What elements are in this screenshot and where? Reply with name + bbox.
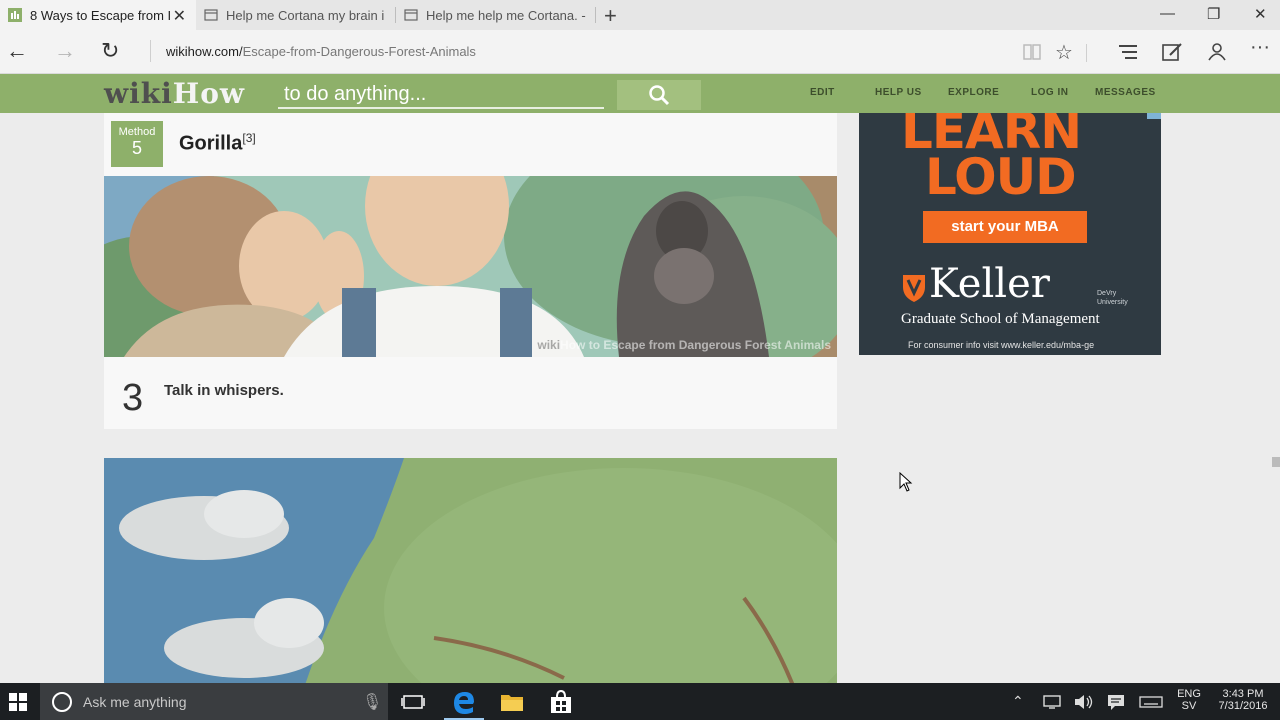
nav-edit[interactable]: EDIT — [810, 87, 835, 98]
tab-active[interactable]: 8 Ways to Escape from I ✕ — [0, 0, 196, 30]
action-center-icon[interactable] — [1107, 694, 1125, 710]
method-number: 5 — [131, 138, 142, 158]
keyboard-layout: SV — [1181, 700, 1197, 712]
minimize-button[interactable]: — — [1160, 5, 1175, 22]
mouse-cursor-icon — [899, 472, 913, 492]
store-icon[interactable] — [548, 689, 574, 715]
ad-info: For consumer info visit www.keller.edu/m… — [908, 340, 1095, 350]
share-icon[interactable] — [1206, 42, 1228, 62]
forest-illustration — [104, 458, 837, 683]
logo-how: How — [172, 77, 246, 110]
more-icon[interactable]: ··· — [1250, 36, 1270, 59]
method-title-text: Gorilla — [179, 132, 243, 155]
restore-button[interactable]: ❐ — [1207, 5, 1220, 23]
back-icon[interactable]: ← — [6, 38, 28, 64]
step-card: Method 5 Gorilla[3] wikiHow to Escape fr… — [104, 113, 837, 429]
ad-brand-sub: DeVry University — [1097, 289, 1128, 307]
close-window-button[interactable]: ✕ — [1254, 5, 1267, 23]
url-path: Escape-from-Dangerous-Forest-Animals — [242, 44, 476, 59]
method-label: Method — [118, 126, 156, 138]
wikihow-header: wikiHow to do anything... EDIT HELP US E… — [0, 74, 1280, 113]
clock-time: 3:43 PM — [1222, 688, 1264, 700]
tab-cortana-2[interactable]: Help me help me Cortana. - — [396, 0, 596, 30]
gorilla-illustration — [104, 176, 837, 357]
edge-icon[interactable] — [451, 689, 477, 715]
browser-tab-bar: 8 Ways to Escape from I ✕ Help me Cortan… — [0, 0, 1280, 30]
favorite-star-icon[interactable]: ☆ — [1055, 40, 1073, 65]
hub-icon[interactable] — [1118, 44, 1138, 60]
microphone-icon[interactable]: 🎙 — [362, 692, 382, 712]
logo-wiki: wiki — [104, 77, 173, 110]
method-badge: Method 5 — [111, 121, 163, 167]
nav-help-us[interactable]: HELP US — [875, 87, 922, 98]
scrollbar-thumb[interactable] — [1272, 457, 1280, 467]
reading-view-icon[interactable] — [1022, 43, 1042, 61]
clock-date: 7/31/2016 — [1218, 700, 1268, 712]
language-indicator[interactable]: ENG SV — [1175, 688, 1203, 712]
wikihow-favicon — [8, 8, 22, 22]
ad-brand: Keller — [929, 261, 1050, 307]
watermark-text: How to Escape from Dangerous Forest Anim… — [560, 338, 831, 352]
watermark-wiki: wiki — [537, 338, 561, 352]
next-step-illustration — [104, 458, 837, 683]
web-note-icon[interactable] — [1162, 42, 1184, 62]
address-separator — [150, 40, 151, 62]
ad-cta-button[interactable]: start your MBA — [923, 211, 1087, 243]
method-title: Gorilla[3] — [179, 131, 256, 156]
windows-start-icon[interactable] — [9, 693, 27, 711]
close-icon[interactable]: ✕ — [173, 6, 186, 26]
nav-explore[interactable]: EXPLORE — [948, 87, 999, 98]
image-watermark: wikiHow to Escape from Dangerous Forest … — [537, 338, 831, 352]
tab-cortana-1[interactable]: Help me Cortana my brain i — [196, 0, 396, 30]
cortana-placeholder: Ask me anything — [83, 694, 187, 710]
nav-messages[interactable]: MESSAGES — [1095, 87, 1156, 98]
search-placeholder: to do anything... — [284, 83, 427, 105]
ad-brand-sub-2: University — [1097, 299, 1128, 306]
ad-brand-sub-1: DeVry — [1097, 290, 1117, 297]
page-icon — [404, 9, 418, 21]
keyboard-icon[interactable] — [1139, 696, 1163, 708]
address-bar: ← → ↻ wikihow.com/Escape-from-Dangerous-… — [0, 30, 1280, 74]
tab-label: Help me help me Cortana. - — [426, 7, 586, 23]
cortana-search-box[interactable]: Ask me anything 🎙 — [40, 683, 388, 720]
file-explorer-icon[interactable] — [499, 689, 525, 715]
wikihow-logo[interactable]: wikiHow — [104, 77, 245, 110]
language-code: ENG — [1177, 688, 1201, 700]
new-tab-button[interactable]: + — [604, 3, 617, 29]
tab-label: Help me Cortana my brain i — [226, 7, 385, 23]
forward-icon[interactable]: → — [54, 38, 76, 64]
windows-taskbar: Ask me anything 🎙 ⌃ ENG SV 3:43 PM 7/31/… — [0, 683, 1280, 720]
toolbar-separator — [1086, 44, 1087, 62]
refresh-icon[interactable]: ↻ — [101, 38, 119, 64]
method-reference-link[interactable]: [3] — [242, 131, 255, 145]
tab-label: 8 Ways to Escape from I — [30, 7, 172, 23]
search-icon — [649, 85, 670, 106]
advertisement[interactable]: LEARN LOUD start your MBA Keller DeVry U… — [859, 113, 1161, 355]
step-text: Talk in whispers. — [164, 382, 284, 399]
ad-school: Graduate School of Management — [901, 311, 1100, 327]
ad-headline-2: LOUD — [925, 148, 1077, 206]
cortana-icon — [52, 692, 72, 712]
page-content: Method 5 Gorilla[3] wikiHow to Escape fr… — [0, 113, 1280, 683]
url-field[interactable]: wikihow.com/Escape-from-Dangerous-Forest… — [166, 44, 476, 59]
url-host: wikihow.com/ — [166, 44, 243, 59]
network-icon[interactable] — [1043, 695, 1061, 709]
keller-shield-icon — [903, 275, 925, 302]
page-icon — [204, 9, 218, 21]
volume-icon[interactable] — [1074, 694, 1094, 710]
clock[interactable]: 3:43 PM 7/31/2016 — [1212, 688, 1274, 712]
tab-separator — [595, 7, 596, 23]
wikihow-search-input[interactable]: to do anything... — [278, 81, 604, 109]
ad-choices-icon[interactable] — [1147, 113, 1161, 119]
task-view-icon[interactable] — [400, 689, 426, 715]
wikihow-search-button[interactable] — [617, 80, 701, 110]
nav-log-in[interactable]: LOG IN — [1031, 87, 1068, 98]
step-number: 3 — [122, 377, 144, 419]
tray-chevron-icon[interactable]: ⌃ — [1012, 693, 1024, 710]
step-illustration: wikiHow to Escape from Dangerous Forest … — [104, 176, 837, 357]
